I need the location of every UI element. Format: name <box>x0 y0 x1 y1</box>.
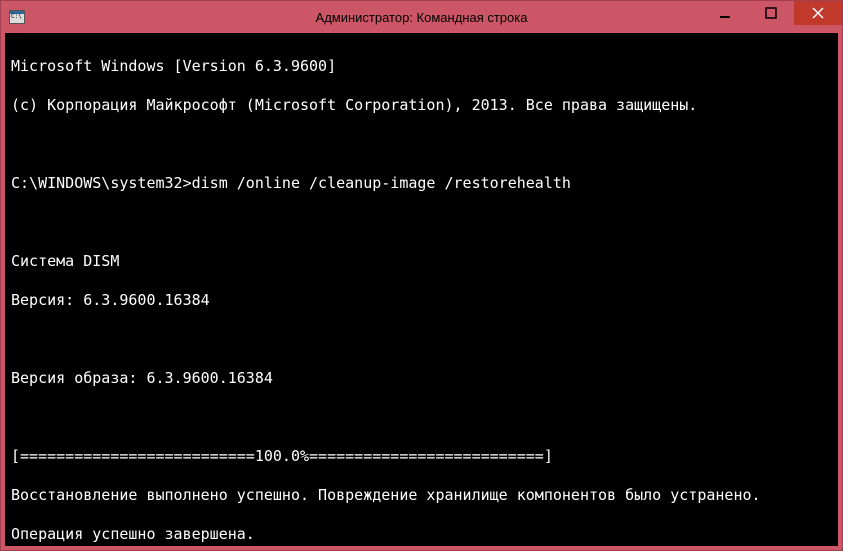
minimize-button[interactable] <box>702 1 748 25</box>
output-line: C:\WINDOWS\system32>dism /online /cleanu… <box>11 174 832 194</box>
terminal-output[interactable]: Microsoft Windows [Version 6.3.9600] (c)… <box>1 33 842 550</box>
output-line <box>11 330 832 350</box>
output-line: (c) Корпорация Майкрософт (Microsoft Cor… <box>11 96 832 116</box>
output-line: Версия: 6.3.9600.16384 <box>11 291 832 311</box>
output-line: Microsoft Windows [Version 6.3.9600] <box>11 57 832 77</box>
command-prompt-window: Администратор: Командная строка Microsof… <box>0 0 843 551</box>
output-line <box>11 213 832 233</box>
minimize-icon <box>719 7 731 19</box>
progress-bar-line: [==========================100.0%=======… <box>11 447 832 467</box>
output-line <box>11 408 832 428</box>
maximize-icon <box>765 7 777 19</box>
typed-command: dism /online /cleanup-image /restoreheal… <box>192 174 571 192</box>
close-button[interactable] <box>794 1 842 25</box>
titlebar[interactable]: Администратор: Командная строка <box>1 1 842 33</box>
close-icon <box>812 7 824 19</box>
output-line <box>11 135 832 155</box>
maximize-button[interactable] <box>748 1 794 25</box>
output-line: Cистема DISM <box>11 252 832 272</box>
cmd-icon <box>9 10 25 24</box>
output-line: Восстановление выполнено успешно. Повреж… <box>11 486 832 506</box>
output-line: Операция успешно завершена. <box>11 525 832 545</box>
window-title: Администратор: Командная строка <box>316 10 528 25</box>
output-line: Версия образа: 6.3.9600.16384 <box>11 369 832 389</box>
prompt-path: C:\WINDOWS\system32> <box>11 174 192 192</box>
window-controls <box>702 1 842 33</box>
